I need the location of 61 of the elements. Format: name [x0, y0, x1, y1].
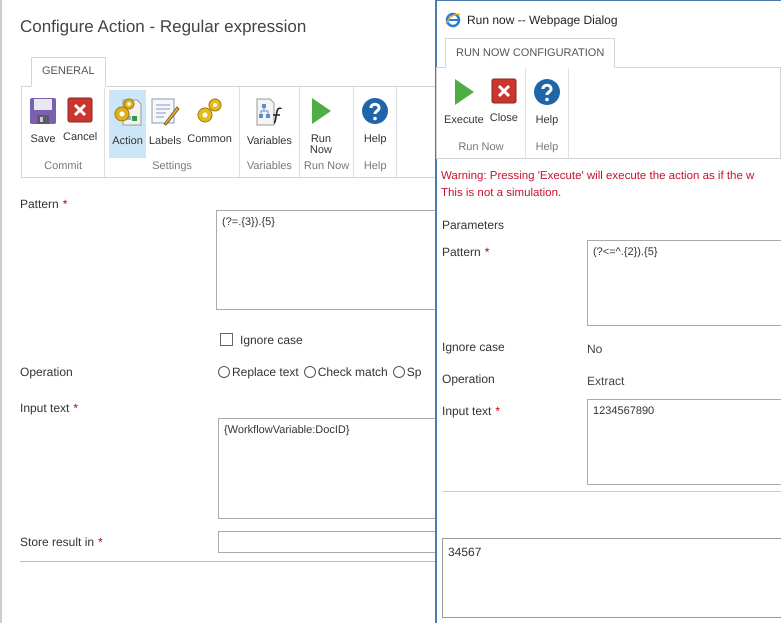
- checkbox[interactable]: [220, 333, 233, 346]
- browser-logo-icon: [445, 12, 461, 28]
- ribbon-button[interactable]: Labels: [146, 90, 184, 158]
- field-label: Ignore case: [442, 339, 505, 356]
- required-mark: *: [484, 244, 490, 261]
- close-icon: [490, 78, 517, 104]
- warning-text: This is not a simulation.: [441, 186, 562, 201]
- ribbon-button[interactable]: Help: [530, 71, 564, 139]
- gears-icon: [196, 96, 224, 124]
- radio-option[interactable]: Sp: [392, 362, 422, 380]
- group-label: Help: [362, 158, 388, 174]
- close-icon: [67, 96, 94, 122]
- document-pencil-icon: [150, 96, 180, 126]
- section-heading: Parameters: [442, 217, 506, 234]
- group-label: Run Now: [457, 140, 505, 155]
- field-label: Input text: [20, 400, 70, 414]
- ribbon-button[interactable]: Variables: [244, 90, 295, 158]
- field-label: Input text: [442, 403, 492, 420]
- group-label: Settings: [151, 158, 193, 174]
- checkbox-label: Ignore case: [240, 332, 303, 348]
- field-label: Pattern: [442, 244, 481, 261]
- radio-button[interactable]: [304, 366, 316, 378]
- ribbon-button[interactable]: Run Now: [304, 90, 338, 158]
- parameter-field[interactable]: (?<=^.{2}).{5}: [587, 240, 781, 326]
- ribbon-button[interactable]: Execute: [441, 71, 487, 139]
- ribbon-tab[interactable]: GENERAL: [31, 56, 106, 86]
- group-label: Run Now: [304, 158, 350, 174]
- required-mark: *: [495, 403, 500, 420]
- ribbon-button[interactable]: Action: [109, 90, 146, 158]
- radio-option[interactable]: Replace text: [218, 362, 299, 380]
- ribbon-button[interactable]: Common: [184, 90, 235, 158]
- parameter-field[interactable]: 1234567890: [587, 399, 781, 485]
- group-label: Commit: [43, 158, 84, 174]
- parameter-value: Extract: [587, 373, 624, 390]
- ribbon-button[interactable]: Save: [26, 90, 60, 158]
- parameter-value: No: [587, 341, 602, 358]
- result-field[interactable]: 34567: [442, 538, 781, 618]
- field-label: Operation: [20, 364, 74, 380]
- group-label: Variables: [246, 158, 293, 174]
- ribbon-button[interactable]: Cancel: [60, 90, 100, 158]
- group-label: Help: [534, 140, 560, 155]
- store-result-field[interactable]: [218, 530, 436, 552]
- radio-button[interactable]: [218, 366, 230, 378]
- gear-document-icon: [112, 96, 143, 126]
- radio-option[interactable]: Check match: [304, 362, 388, 380]
- required-mark: *: [62, 196, 68, 210]
- ribbon-button[interactable]: Help: [358, 90, 392, 158]
- warning-text: Warning: Pressing 'Execute' will execute the action as if the w: [441, 169, 756, 184]
- field-label: Pattern: [20, 196, 59, 210]
- help-icon: [532, 78, 561, 106]
- required-mark: *: [73, 400, 78, 414]
- help-icon: [361, 96, 390, 124]
- ribbon-tab[interactable]: RUN NOW CONFIGURATION: [445, 38, 616, 68]
- page-title: Configure Action - Regular expression: [20, 16, 308, 38]
- field-label: Store result in: [20, 534, 94, 550]
- dialog-title: Run now -- Webpage Dialog: [467, 12, 618, 28]
- required-mark: *: [98, 534, 103, 550]
- field-label: Operation: [442, 371, 495, 388]
- radio-button[interactable]: [392, 366, 405, 378]
- function-diagram-icon: [254, 96, 284, 126]
- ribbon-button[interactable]: Close: [486, 71, 521, 139]
